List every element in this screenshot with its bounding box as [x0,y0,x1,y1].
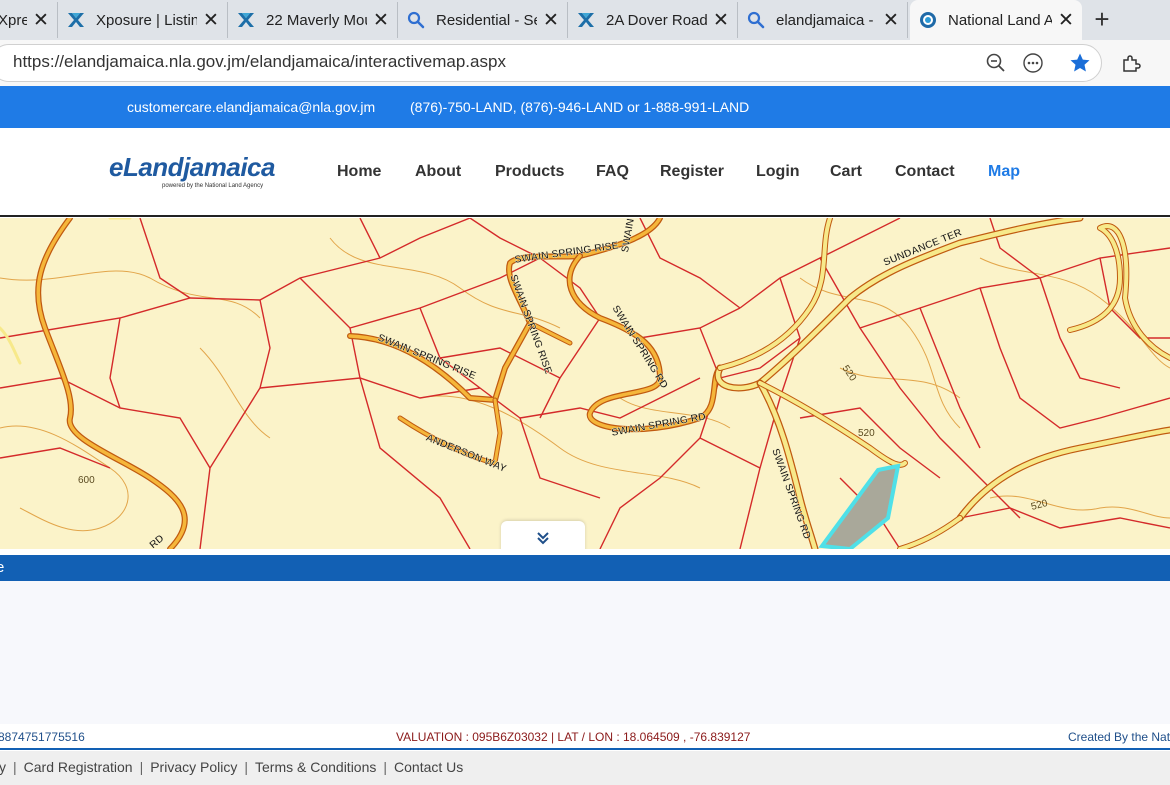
site-logo[interactable]: eLandjamaica [109,152,275,183]
contour-label: 520 [840,363,859,383]
status-left: 8874751775516 [0,730,85,744]
road-label: SWAIN SPRING RISE [507,273,554,376]
browser-tab-3[interactable]: 22 Maverly Mou ✕ [228,2,398,38]
browser-tab-active[interactable]: National Land A ✕ [910,0,1082,40]
double-chevron-down-icon [537,532,549,545]
nav-about[interactable]: About [415,163,461,181]
tab-title: Xpre [0,11,27,29]
browser-tab-2[interactable]: Xposure | Listing ✕ [58,2,228,38]
extensions-puzzle-icon[interactable] [1120,52,1142,74]
x-logo-icon [238,13,254,27]
close-icon[interactable]: ✕ [203,11,219,30]
panel-header-text: e [0,559,5,576]
tab-title: 2A Dover Road [606,11,707,29]
contour-label: 520 [858,428,875,439]
tab-title: Residential - Sea [436,11,537,29]
road-network [0,218,1170,549]
logo-tagline: powered by the National Land Agency [162,183,264,189]
footer-link-contact-us[interactable]: Contact Us [394,759,463,775]
nav-register[interactable]: Register [660,163,724,181]
road-label: SWAIN SPRING RD [609,303,670,391]
favorite-star-icon[interactable] [1069,52,1091,74]
status-valuation: VALUATION : 095B6Z03032 | LAT / LON : 18… [396,730,751,744]
status-bar: 8874751775516 VALUATION : 095B6Z03032 | … [0,724,1170,750]
nav-products[interactable]: Products [495,163,564,181]
footer-link-terms[interactable]: Terms & Conditions [255,759,376,775]
search-icon [747,11,765,29]
browser-tab-6[interactable]: elandjamaica - S ✕ [738,2,908,38]
details-panel [0,581,1170,724]
browser-tab-5[interactable]: 2A Dover Road ✕ [568,2,738,38]
panel-header: e [0,555,1170,581]
new-tab-button[interactable]: + [1090,4,1114,34]
nav-map[interactable]: Map [988,163,1020,181]
tab-title: elandjamaica - S [776,11,877,29]
tab-title: Xposure | Listing [96,11,197,29]
selected-parcel[interactable] [818,463,901,549]
url-text[interactable]: https://elandjamaica.nla.gov.jm/elandjam… [13,52,506,72]
x-logo-icon [578,13,594,27]
tab-title: National Land A [948,11,1052,29]
site-footer: cy|Card Registration|Privacy Policy|Term… [0,751,1170,785]
tab-title: 22 Maverly Mou [266,11,367,29]
search-icon [407,11,425,29]
contact-phones: (876)-750-LAND, (876)-946-LAND or 1-888-… [410,99,750,115]
footer-link-card-registration[interactable]: Card Registration [24,759,133,775]
status-credit: Created By the Natio [1068,730,1170,744]
contour-label: 600 [78,475,95,486]
footer-link-privacy[interactable]: cy [0,759,6,775]
nav-faq[interactable]: FAQ [596,163,629,181]
x-logo-icon [68,13,84,27]
browser-tab-strip: Xpre ✕ Xposure | Listing ✕ 22 Maverly Mo… [0,0,1170,40]
map-canvas[interactable]: SWAIN SPRING RISE SWAIN SPRING RD SWAIN … [0,218,1170,549]
more-options-icon[interactable] [1022,52,1044,74]
road-label: SWAIN SPRING RISE [376,332,478,382]
nav-contact[interactable]: Contact [895,163,955,181]
zoom-out-icon[interactable] [985,52,1007,74]
road-label: SWAIN SPRING RISE [514,239,620,265]
road-label: RD [147,532,167,549]
close-icon[interactable]: ✕ [33,11,49,30]
close-icon[interactable]: ✕ [713,11,729,30]
close-icon[interactable]: ✕ [883,11,899,30]
close-icon[interactable]: ✕ [373,11,389,30]
browser-tab-4[interactable]: Residential - Sea ✕ [398,2,568,38]
contact-strip: customercare.elandjamaica@nla.gov.jm (87… [0,86,1170,128]
nav-login[interactable]: Login [756,163,800,181]
nav-cart[interactable]: Cart [830,163,862,181]
footer-link-privacy-policy[interactable]: Privacy Policy [150,759,237,775]
contact-email[interactable]: customercare.elandjamaica@nla.gov.jm [127,99,375,115]
road-label: SWAIN SPRING RD [610,410,707,439]
globe-icon [920,12,936,28]
interactive-map[interactable]: SWAIN SPRING RISE SWAIN SPRING RD SWAIN … [0,218,1170,549]
close-icon[interactable]: ✕ [1058,11,1074,30]
browser-tab-1[interactable]: Xpre ✕ [0,2,58,38]
nav-home[interactable]: Home [337,163,381,181]
close-icon[interactable]: ✕ [543,11,559,30]
